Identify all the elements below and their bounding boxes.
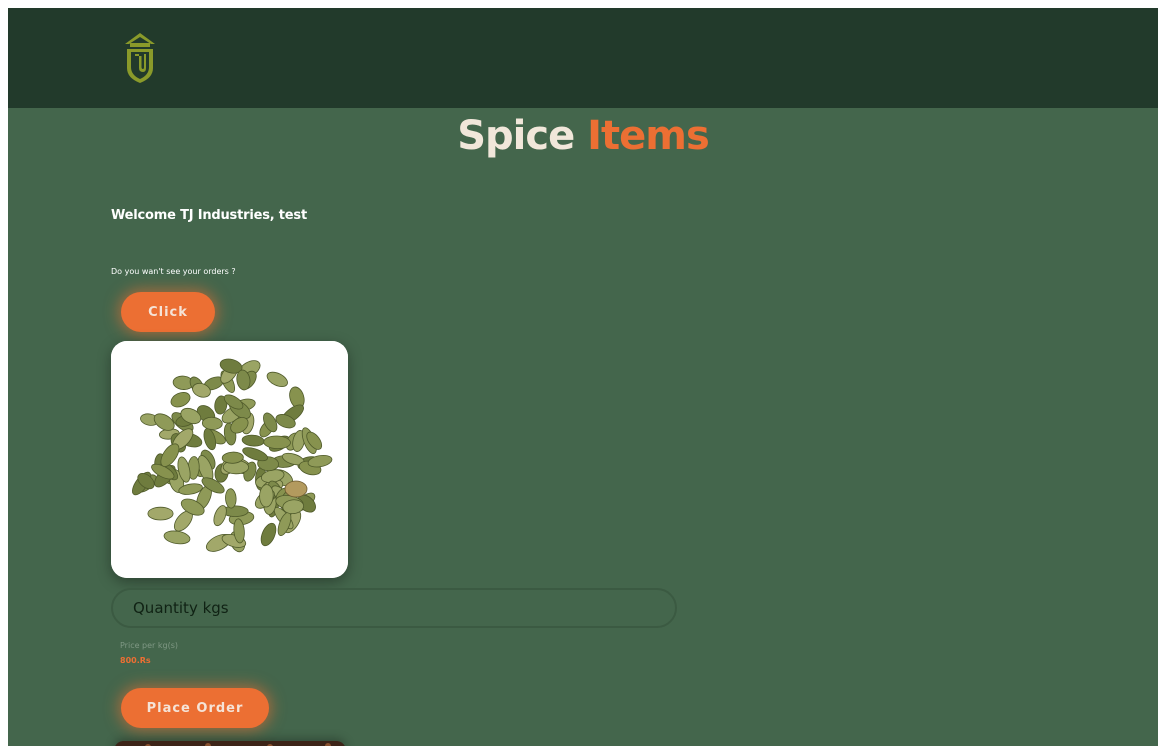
- page-title-word-1: Spice: [457, 113, 575, 159]
- cardamom-pod: [147, 506, 174, 521]
- cardamom-image: [111, 341, 348, 578]
- cardamom-pod: [259, 484, 274, 508]
- tj-logo-icon[interactable]: [122, 32, 158, 84]
- cardamom-pod: [284, 480, 308, 498]
- cloves-image: [114, 741, 346, 746]
- price-label: Price per kg(s): [120, 641, 179, 650]
- page: Spice Items Welcome TJ Industries, test …: [8, 8, 1158, 746]
- header-bar: [8, 8, 1158, 108]
- welcome-message: Welcome TJ Industries, test: [111, 208, 307, 223]
- place-order-button[interactable]: Place Order: [121, 688, 269, 728]
- page-title: Spice Items: [8, 112, 1158, 160]
- product-image-card[interactable]: [111, 341, 348, 578]
- orders-prompt: Do you wan't see your orders ?: [111, 267, 236, 276]
- next-product-image-card[interactable]: [114, 741, 346, 746]
- view-orders-button[interactable]: Click: [121, 292, 215, 332]
- price-value: 800.Rs: [120, 656, 151, 665]
- quantity-input[interactable]: [111, 588, 677, 628]
- page-title-word-2: Items: [587, 113, 710, 159]
